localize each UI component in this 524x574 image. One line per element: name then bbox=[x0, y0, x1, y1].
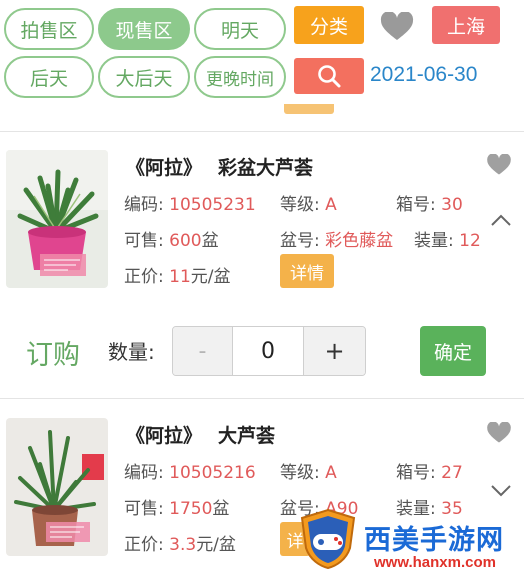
quantity-stepper: - 0 + bbox=[172, 326, 366, 376]
decrement-button[interactable]: - bbox=[173, 327, 233, 375]
available-label: 可售: bbox=[124, 499, 164, 519]
available-row: 可售: 1750盆 bbox=[124, 494, 229, 519]
available-value: 1750 bbox=[169, 499, 213, 519]
pot-row: 盆号: 彩色藤盆 bbox=[280, 226, 393, 251]
price-value: 11 bbox=[169, 267, 191, 287]
quantity-input[interactable]: 0 bbox=[233, 327, 303, 375]
chevron-down-icon[interactable] bbox=[490, 482, 512, 501]
box-label: 箱号: bbox=[396, 195, 436, 215]
quantity-label: 数量: bbox=[108, 340, 155, 364]
grade-row: 等级: A bbox=[280, 190, 337, 215]
divider bbox=[0, 131, 524, 132]
code-value: 10505231 bbox=[169, 195, 256, 215]
product-title: 《阿拉》 大芦荟 bbox=[126, 421, 291, 448]
filter-spot[interactable]: 现售区 bbox=[98, 8, 190, 50]
search-button[interactable] bbox=[294, 58, 364, 94]
previous-detail-button-edge bbox=[284, 104, 334, 114]
product-title: 《阿拉》 彩盆大芦荟 bbox=[126, 153, 329, 180]
price-label: 正价: bbox=[124, 267, 164, 287]
filter-later[interactable]: 更晚时间 bbox=[194, 56, 286, 98]
filter-day-after[interactable]: 后天 bbox=[4, 56, 94, 98]
watermark-text: 西美手游网 bbox=[364, 525, 504, 556]
price-value: 3.3 bbox=[169, 535, 197, 555]
grade-value: A bbox=[325, 195, 337, 215]
pack-row: 装量: 12 bbox=[414, 226, 481, 251]
pot-label: 盆号: bbox=[280, 231, 320, 251]
order-label: 订购 bbox=[26, 340, 80, 371]
box-label: 箱号: bbox=[396, 463, 436, 483]
pack-label: 装量: bbox=[396, 499, 436, 519]
city-button[interactable]: 上海 bbox=[432, 6, 500, 44]
product-name: 彩盆大芦荟 bbox=[218, 157, 314, 179]
increment-button[interactable]: + bbox=[303, 327, 365, 375]
product-brand: 《阿拉》 bbox=[126, 157, 203, 179]
plant-photo bbox=[6, 150, 108, 288]
search-icon bbox=[318, 65, 341, 88]
price-unit: 元/盆 bbox=[196, 535, 236, 555]
detail-button[interactable]: 详情 bbox=[280, 254, 334, 288]
available-unit: 盆 bbox=[212, 499, 230, 519]
box-value: 27 bbox=[441, 463, 463, 483]
available-label: 可售: bbox=[124, 231, 164, 251]
code-row: 编码: 10505216 bbox=[124, 458, 256, 483]
grade-value: A bbox=[325, 463, 337, 483]
code-label: 编码: bbox=[124, 463, 164, 483]
pack-value: 12 bbox=[459, 231, 481, 251]
code-row: 编码: 10505231 bbox=[124, 190, 256, 215]
divider bbox=[0, 398, 524, 399]
available-value: 600 bbox=[169, 231, 202, 251]
code-value: 10505216 bbox=[169, 463, 256, 483]
box-row: 箱号: 30 bbox=[396, 190, 463, 215]
confirm-button[interactable]: 确定 bbox=[420, 326, 486, 376]
pack-label: 装量: bbox=[414, 231, 454, 251]
pack-value: 35 bbox=[441, 499, 463, 519]
filter-auction[interactable]: 拍售区 bbox=[4, 8, 94, 50]
plant-photo bbox=[6, 418, 108, 556]
price-unit: 元/盆 bbox=[190, 267, 231, 287]
code-label: 编码: bbox=[124, 195, 164, 215]
price-row: 正价: 11元/盆 bbox=[124, 262, 231, 287]
category-button[interactable]: 分类 bbox=[294, 6, 364, 44]
product-name: 大芦荟 bbox=[218, 425, 276, 447]
watermark-url: www.hanxm.com bbox=[374, 554, 496, 571]
available-row: 可售: 600盆 bbox=[124, 226, 219, 251]
date-selector[interactable]: 2021-06-30 bbox=[370, 63, 477, 87]
favorites-heart-icon[interactable] bbox=[380, 11, 414, 46]
heart-icon[interactable] bbox=[486, 421, 512, 448]
heart-icon[interactable] bbox=[486, 153, 512, 180]
box-value: 30 bbox=[441, 195, 463, 215]
grade-label: 等级: bbox=[280, 463, 320, 483]
price-row: 正价: 3.3元/盆 bbox=[124, 530, 236, 555]
pot-value: 彩色藤盆 bbox=[325, 231, 394, 251]
filter-tomorrow[interactable]: 明天 bbox=[194, 8, 286, 50]
shield-logo-icon bbox=[296, 508, 360, 574]
grade-label: 等级: bbox=[280, 195, 320, 215]
pack-row: 装量: 35 bbox=[396, 494, 463, 519]
chevron-up-icon[interactable] bbox=[490, 212, 512, 231]
product-brand: 《阿拉》 bbox=[126, 425, 203, 447]
box-row: 箱号: 27 bbox=[396, 458, 463, 483]
filter-two-days-after[interactable]: 大后天 bbox=[98, 56, 190, 98]
price-label: 正价: bbox=[124, 535, 164, 555]
grade-row: 等级: A bbox=[280, 458, 337, 483]
available-unit: 盆 bbox=[201, 231, 219, 251]
